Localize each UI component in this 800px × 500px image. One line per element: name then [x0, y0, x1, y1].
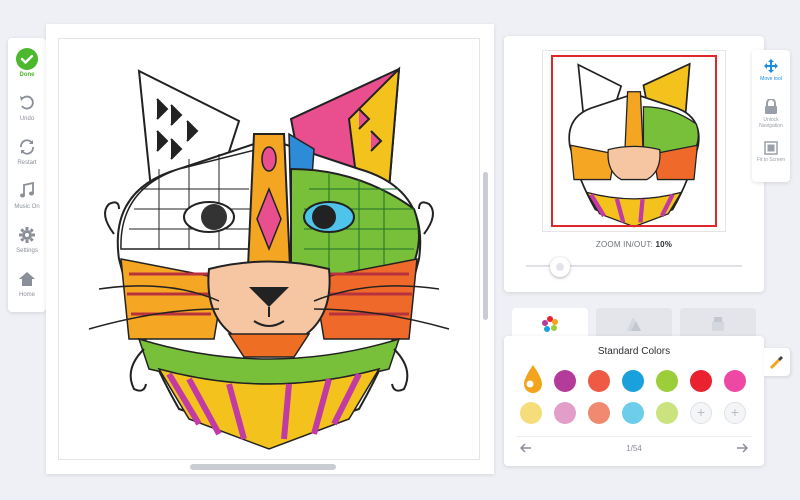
coloring-canvas[interactable]	[58, 38, 480, 460]
move-tool-button[interactable]: Move tool	[752, 58, 790, 99]
palette-divider	[516, 436, 752, 437]
tool-sidebar: Done Undo Restart Music On Settings Home	[8, 38, 46, 312]
check-icon	[16, 48, 38, 70]
undo-label: Undo	[19, 116, 35, 122]
color-swatch[interactable]	[622, 402, 644, 424]
color-swatch[interactable]	[656, 370, 678, 392]
unlock-navigation-label: Unlock Navigation	[759, 117, 783, 130]
horizontal-scrollbar[interactable]	[190, 464, 336, 470]
zoom-slider-knob[interactable]	[550, 257, 570, 277]
color-swatch[interactable]	[656, 402, 678, 424]
unlock-navigation-button[interactable]: Unlock Navigation	[752, 99, 790, 140]
move-icon	[764, 59, 778, 73]
fit-screen-icon	[764, 140, 778, 155]
music-toggle[interactable]: Music On	[8, 180, 46, 224]
done-button[interactable]: Done	[8, 48, 46, 92]
selected-color-swatch[interactable]	[522, 364, 544, 399]
viewport-indicator[interactable]	[551, 55, 717, 227]
color-swatch[interactable]	[554, 402, 576, 424]
vertical-scrollbar[interactable]	[483, 172, 488, 320]
restart-icon	[16, 136, 38, 158]
zoom-value: 10%	[655, 240, 673, 249]
preview-thumbnail[interactable]	[542, 50, 726, 232]
next-page-button[interactable]	[734, 440, 750, 456]
zoom-prefix: ZOOM IN/OUT:	[595, 240, 653, 249]
move-tool-label: Move tool	[760, 76, 782, 82]
cat-artwork[interactable]	[59, 39, 479, 459]
color-swatch[interactable]	[588, 402, 610, 424]
droplet-icon	[524, 365, 542, 393]
color-swatch[interactable]	[520, 402, 542, 424]
palette-title: Standard Colors	[597, 346, 671, 357]
preview-panel: ZOOM IN/OUT: 10%	[504, 36, 764, 292]
fit-to-screen-label: Fit to Screen	[756, 156, 786, 163]
restart-label: Restart	[17, 160, 37, 166]
gear-icon	[16, 224, 38, 246]
page-indicator: 1/54	[626, 444, 642, 453]
color-swatch[interactable]	[588, 370, 610, 392]
eyedropper-icon	[769, 355, 784, 370]
undo-button[interactable]: Undo	[8, 92, 46, 136]
color-swatch[interactable]	[724, 370, 746, 392]
zoom-label: ZOOM IN/OUT: 10%	[504, 240, 764, 249]
color-wheel-icon	[542, 316, 558, 332]
add-color-button[interactable]: +	[724, 402, 746, 424]
color-swatch[interactable]	[690, 370, 712, 392]
home-button[interactable]: Home	[8, 268, 46, 312]
settings-label: Settings	[16, 248, 38, 254]
brush-bucket-icon	[712, 317, 724, 331]
home-label: Home	[18, 292, 35, 298]
undo-icon	[16, 92, 38, 114]
add-color-button[interactable]: +	[690, 402, 712, 424]
texture-icon	[627, 317, 641, 331]
palette-panel: Standard Colors + + 1/54	[504, 336, 764, 466]
navigation-panel: Move tool Unlock Navigation Fit to Scree…	[752, 50, 790, 182]
color-swatch[interactable]	[554, 370, 576, 392]
settings-button[interactable]: Settings	[8, 224, 46, 268]
canvas-panel	[46, 24, 494, 474]
arrow-right-icon	[737, 443, 748, 453]
fit-to-screen-button[interactable]: Fit to Screen	[752, 140, 790, 182]
eyedropper-button[interactable]	[764, 348, 790, 376]
restart-button[interactable]: Restart	[8, 136, 46, 180]
color-swatch[interactable]	[622, 370, 644, 392]
lock-icon	[765, 99, 777, 115]
done-label: Done	[19, 72, 35, 78]
music-label: Music On	[14, 204, 40, 210]
music-icon	[16, 180, 38, 202]
home-icon	[16, 268, 38, 290]
